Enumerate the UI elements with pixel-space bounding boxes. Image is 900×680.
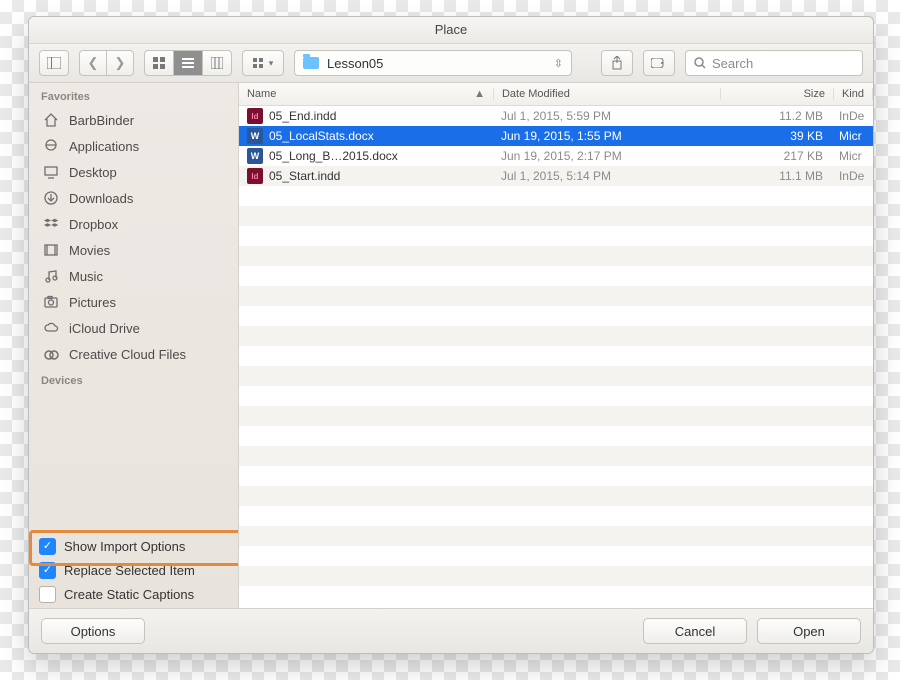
file-size: 39 KB	[719, 129, 831, 143]
view-columns-button[interactable]	[203, 51, 231, 75]
file-row[interactable]: 05_Long_B…2015.docx Jun 19, 2015, 2:17 P…	[239, 146, 873, 166]
option-label: Show Import Options	[64, 539, 185, 554]
sidebar: Favorites BarbBinder Applications Deskto…	[29, 83, 239, 608]
indesign-file-icon	[247, 108, 263, 124]
column-label: Size	[804, 88, 825, 100]
sidebar-item-label: Movies	[69, 243, 110, 258]
sidebar-heading-devices: Devices	[29, 367, 238, 391]
arrange-menu[interactable]: ▾	[242, 50, 284, 76]
word-file-icon	[247, 148, 263, 164]
chevron-updown-icon: ⇳	[554, 57, 563, 70]
sidebar-item-label: Dropbox	[69, 217, 118, 232]
file-size: 11.2 MB	[719, 109, 831, 123]
sidebar-item-dropbox[interactable]: Dropbox	[29, 211, 238, 237]
sidebar-item-creative-cloud[interactable]: Creative Cloud Files	[29, 341, 238, 367]
sidebar-item-label: iCloud Drive	[69, 321, 140, 336]
file-date: Jul 1, 2015, 5:59 PM	[493, 109, 719, 123]
column-headers[interactable]: Name▲ Date Modified Size Kind	[239, 83, 873, 106]
share-button[interactable]	[601, 50, 633, 76]
cancel-button[interactable]: Cancel	[643, 618, 747, 644]
file-row-selected[interactable]: 05_LocalStats.docx Jun 19, 2015, 1:55 PM…	[239, 126, 873, 146]
sidebar-item-label: Downloads	[69, 191, 133, 206]
sidebar-item-icloud[interactable]: iCloud Drive	[29, 315, 238, 341]
path-popup[interactable]: Lesson05 ⇳	[294, 50, 572, 76]
sidebar-toggle[interactable]	[39, 50, 69, 76]
file-size: 11.1 MB	[719, 169, 831, 183]
file-name: 05_LocalStats.docx	[269, 129, 374, 143]
file-rows: 05_End.indd Jul 1, 2015, 5:59 PM 11.2 MB…	[239, 106, 873, 608]
file-kind: Micr	[831, 129, 873, 143]
file-name: 05_Start.indd	[269, 169, 340, 183]
sidebar-item-pictures[interactable]: Pictures	[29, 289, 238, 315]
file-kind: InDe	[831, 109, 873, 123]
option-label: Create Static Captions	[64, 587, 194, 602]
indesign-file-icon	[247, 168, 263, 184]
view-list-button[interactable]	[174, 51, 203, 75]
file-row[interactable]: 05_End.indd Jul 1, 2015, 5:59 PM 11.2 MB…	[239, 106, 873, 126]
sidebar-item-downloads[interactable]: Downloads	[29, 185, 238, 211]
sidebar-item-home[interactable]: BarbBinder	[29, 107, 238, 133]
sidebar-item-music[interactable]: Music	[29, 263, 238, 289]
search-icon	[694, 57, 706, 69]
column-label: Name	[247, 88, 276, 100]
sidebar-item-label: Music	[69, 269, 103, 284]
window-title: Place	[29, 17, 873, 44]
replace-selected-item-checkbox[interactable]: Replace Selected Item	[39, 558, 228, 582]
column-date[interactable]: Date Modified	[494, 88, 721, 100]
toolbar: ❮ ❯ ▾ Lesson05 ⇳ Search	[29, 44, 873, 83]
create-static-captions-checkbox[interactable]: Create Static Captions	[39, 582, 228, 606]
folder-icon	[303, 57, 319, 69]
file-date: Jun 19, 2015, 1:55 PM	[493, 129, 719, 143]
show-import-options-checkbox[interactable]: Show Import Options	[39, 534, 228, 558]
view-mode-segment[interactable]	[144, 50, 232, 76]
search-field[interactable]: Search	[685, 50, 863, 76]
word-file-icon	[247, 128, 263, 144]
options-button[interactable]: Options	[41, 618, 145, 644]
search-placeholder: Search	[712, 56, 753, 71]
file-date: Jun 19, 2015, 2:17 PM	[493, 149, 719, 163]
place-dialog: Place ❮ ❯ ▾ Lesson05 ⇳ Search	[28, 16, 874, 654]
sidebar-item-label: Pictures	[69, 295, 116, 310]
file-kind: Micr	[831, 149, 873, 163]
tags-button[interactable]	[643, 50, 675, 76]
file-name: 05_End.indd	[269, 109, 336, 123]
open-button[interactable]: Open	[757, 618, 861, 644]
sidebar-item-label: Desktop	[69, 165, 117, 180]
view-icons-button[interactable]	[145, 51, 174, 75]
nav-forward-button[interactable]: ❯	[107, 51, 133, 75]
file-row[interactable]: 05_Start.indd Jul 1, 2015, 5:14 PM 11.1 …	[239, 166, 873, 186]
column-label: Date Modified	[502, 88, 570, 100]
sidebar-item-applications[interactable]: Applications	[29, 133, 238, 159]
file-size: 217 KB	[719, 149, 831, 163]
dialog-footer: Options Cancel Open	[29, 608, 873, 653]
file-date: Jul 1, 2015, 5:14 PM	[493, 169, 719, 183]
file-name: 05_Long_B…2015.docx	[269, 149, 398, 163]
empty-rows	[239, 186, 873, 606]
option-label: Replace Selected Item	[64, 563, 195, 578]
import-options-block: Show Import Options Replace Selected Ite…	[29, 528, 238, 608]
column-label: Kind	[842, 88, 864, 100]
nav-back-forward[interactable]: ❮ ❯	[79, 50, 134, 76]
current-folder-label: Lesson05	[327, 56, 383, 71]
sidebar-item-label: Creative Cloud Files	[69, 347, 186, 362]
column-kind[interactable]: Kind	[834, 88, 873, 100]
file-kind: InDe	[831, 169, 873, 183]
sidebar-heading-favorites: Favorites	[29, 83, 238, 107]
sidebar-item-label: BarbBinder	[69, 113, 134, 128]
nav-back-button[interactable]: ❮	[80, 51, 107, 75]
column-size[interactable]: Size	[721, 88, 834, 100]
file-list-pane: Name▲ Date Modified Size Kind 05_End.ind…	[239, 83, 873, 608]
sidebar-item-movies[interactable]: Movies	[29, 237, 238, 263]
column-name[interactable]: Name▲	[239, 88, 494, 100]
sidebar-item-label: Applications	[69, 139, 139, 154]
sidebar-item-desktop[interactable]: Desktop	[29, 159, 238, 185]
